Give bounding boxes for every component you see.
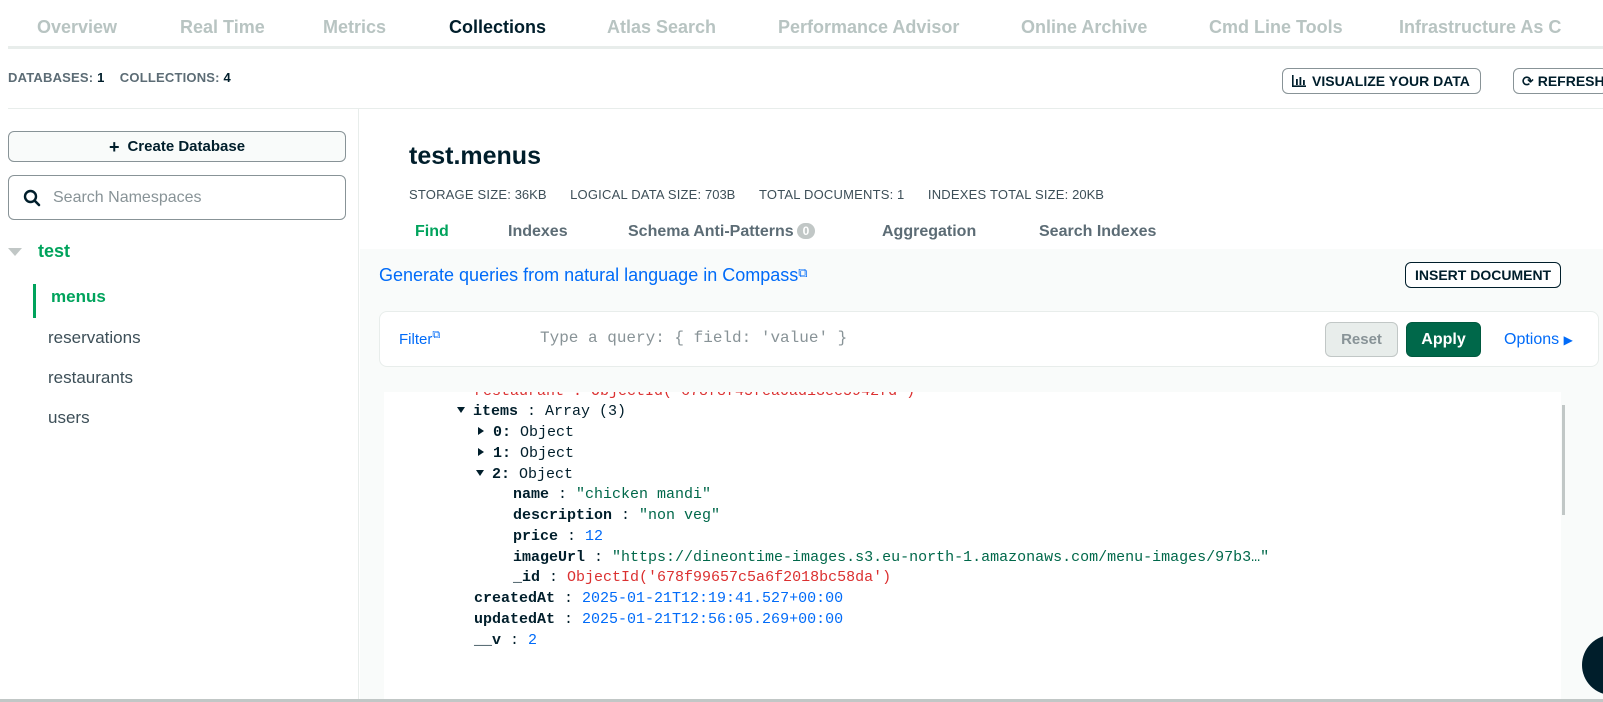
doc-line-item-0[interactable]: 0: Object: [477, 422, 574, 443]
tab-online-archive[interactable]: Online Archive: [1017, 0, 1151, 46]
refresh-icon: ⟳: [1522, 72, 1534, 89]
collection-main: test.menus STORAGE SIZE: 36KB LOGICAL DA…: [360, 109, 1603, 702]
collections-count: 4: [223, 70, 231, 85]
create-database-label: Create Database: [127, 138, 246, 155]
top-tab-bar: Overview Real Time Metrics Collections A…: [8, 0, 1603, 49]
tab-collections[interactable]: Collections: [445, 0, 550, 46]
search-namespaces-input[interactable]: [53, 188, 323, 207]
tab-metrics[interactable]: Metrics: [319, 0, 390, 46]
doc-line-item-1[interactable]: 1: Object: [477, 443, 574, 464]
tab-schema-anti-patterns[interactable]: Schema Anti-Patterns 0: [628, 223, 816, 241]
indexes-size-value: 20KB: [1072, 187, 1104, 202]
caret-down-icon[interactable]: [8, 247, 22, 256]
database-row-test[interactable]: test: [8, 241, 70, 262]
visualize-data-label: VISUALIZE YOUR DATA: [1312, 73, 1470, 89]
doc-line-item-2[interactable]: 2: Object: [476, 464, 573, 485]
doc-field-name: name : "chicken mandi": [513, 486, 712, 503]
filter-link[interactable]: Filter⧉: [399, 329, 440, 348]
doc-field-createdat: createdAt : 2025-01-21T12:19:41.527+00:0…: [474, 590, 844, 607]
tab-indexes[interactable]: Indexes: [508, 223, 568, 241]
doc-line-items[interactable]: items : Array (3): [457, 401, 626, 422]
cluster-stats: DATABASES: 1 COLLECTIONS: 4: [8, 70, 231, 85]
document-card: restaurant : ObjectId('678f8f45fea0ad13e…: [384, 392, 1561, 702]
logical-size-value: 703B: [704, 187, 736, 202]
caret-down-icon[interactable]: [476, 470, 484, 476]
database-name: test: [38, 241, 71, 261]
total-documents-label: TOTAL DOCUMENTS:: [758, 187, 894, 202]
collection-item-menus[interactable]: menus: [51, 287, 106, 307]
namespace-sidebar: + Create Database test menus reservation…: [0, 109, 359, 702]
logical-size-label: LOGICAL DATA SIZE:: [570, 187, 702, 202]
tab-find[interactable]: Find: [415, 223, 449, 241]
tab-real-time[interactable]: Real Time: [176, 0, 269, 46]
options-toggle[interactable]: Options ▶: [1504, 331, 1573, 349]
collection-item-restaurants[interactable]: restaurants: [48, 368, 133, 388]
caret-right-icon[interactable]: [478, 427, 484, 435]
compass-link[interactable]: Generate queries from natural language i…: [379, 265, 808, 286]
bar-chart-icon: [1292, 75, 1306, 87]
databases-count: 1: [97, 70, 105, 85]
tab-aggregation[interactable]: Aggregation: [882, 223, 976, 241]
reset-button[interactable]: Reset: [1325, 322, 1398, 357]
refresh-button[interactable]: ⟳ REFRESH: [1513, 68, 1603, 94]
scrollbar-thumb[interactable]: [1562, 405, 1565, 515]
query-input[interactable]: Type a query: { field: 'value' }: [540, 329, 847, 347]
tab-atlas-search[interactable]: Atlas Search: [603, 0, 720, 46]
visualize-data-button[interactable]: VISUALIZE YOUR DATA: [1282, 68, 1481, 94]
external-link-icon: ⧉: [798, 265, 808, 280]
indexes-size-label: INDEXES TOTAL SIZE:: [927, 187, 1069, 202]
plus-icon: +: [108, 136, 120, 157]
doc-field-id: _id : ObjectId('678f99657c5a6f2018bc58da…: [513, 569, 892, 586]
insert-document-button[interactable]: INSERT DOCUMENT: [1405, 262, 1562, 288]
tab-cmd-line-tools[interactable]: Cmd Line Tools: [1205, 0, 1347, 46]
create-database-button[interactable]: + Create Database: [8, 131, 346, 162]
options-label: Options: [1504, 331, 1560, 348]
caret-right-icon: ▶: [1563, 333, 1573, 347]
anti-patterns-count-badge: 0: [796, 223, 816, 239]
external-link-icon: ⧉: [432, 329, 441, 341]
active-tab-indicator: [436, 46, 599, 49]
tab-overview[interactable]: Overview: [33, 0, 121, 46]
namespace-search: [8, 175, 346, 220]
doc-field-description: description : "non veg": [513, 507, 721, 524]
search-icon: [23, 189, 41, 206]
query-bar: Filter⧉ Type a query: { field: 'value' }…: [379, 311, 1599, 367]
active-collection-indicator: [33, 284, 36, 318]
collections-label: COLLECTIONS:: [119, 70, 220, 85]
doc-field-imageurl: imageUrl : "https://dineontime-images.s3…: [513, 549, 1270, 566]
caret-down-icon[interactable]: [457, 407, 465, 413]
doc-field-updatedat: updatedAt : 2025-01-21T12:56:05.269+00:0…: [474, 611, 844, 628]
storage-size-label: STORAGE SIZE:: [409, 187, 512, 202]
tab-search-indexes[interactable]: Search Indexes: [1039, 223, 1156, 241]
tab-schema-anti-patterns-label: Schema Anti-Patterns: [628, 223, 794, 240]
refresh-label: REFRESH: [1537, 73, 1603, 89]
collection-item-users[interactable]: users: [48, 408, 90, 428]
tab-infrastructure-as-code[interactable]: Infrastructure As C: [1395, 0, 1565, 46]
namespace-title: test.menus: [409, 142, 541, 170]
tab-performance-advisor[interactable]: Performance Advisor: [774, 0, 963, 46]
doc-field-v: __v : 2: [474, 632, 538, 649]
total-documents-value: 1: [897, 187, 905, 202]
storage-size-value: 36KB: [514, 187, 547, 202]
compass-link-label: Generate queries from natural language i…: [379, 265, 799, 285]
filter-label: Filter: [399, 331, 433, 348]
apply-button[interactable]: Apply: [1406, 322, 1481, 357]
doc-field-price: price : 12: [513, 528, 604, 545]
caret-right-icon[interactable]: [478, 448, 484, 456]
collection-item-reservations[interactable]: reservations: [48, 328, 141, 348]
namespace-stats: STORAGE SIZE: 36KB LOGICAL DATA SIZE: 70…: [409, 187, 1124, 202]
databases-label: DATABASES:: [8, 70, 94, 85]
